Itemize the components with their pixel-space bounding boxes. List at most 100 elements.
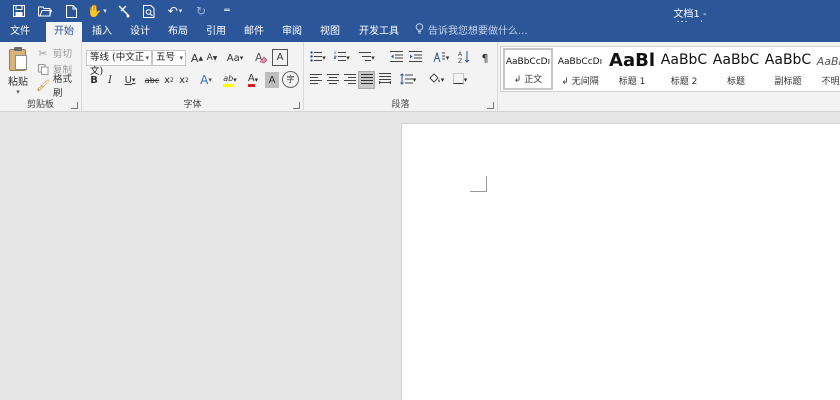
grow-arrow-icon: ▲: [198, 54, 204, 62]
document-canvas: [0, 113, 840, 400]
superscript-two: 2: [185, 76, 189, 84]
format-painter-label: 格式刷: [52, 74, 72, 99]
styles-gallery: AaBbCcDı ↲ 正文 AaBbCcDı ↲ 无间隔 AaBl 标题 1 A…: [500, 46, 840, 92]
tab-review[interactable]: 审阅: [274, 22, 310, 42]
character-shading-button[interactable]: A: [265, 72, 279, 88]
multilevel-list-button[interactable]: ▾: [356, 50, 378, 66]
clear-formatting-button[interactable]: A: [253, 50, 269, 66]
folder-open-icon[interactable]: [32, 0, 58, 22]
underline-button[interactable]: U ▾: [119, 72, 141, 88]
borders-button[interactable]: ▾: [449, 72, 471, 88]
character-border-glyph: A: [276, 52, 284, 63]
tab-design[interactable]: 设计: [122, 22, 158, 42]
style-sample: AaBbC: [764, 52, 812, 68]
shading-button[interactable]: ▾: [425, 72, 447, 88]
font-group-label: 字体: [183, 100, 202, 110]
grow-font-button[interactable]: A ▲: [190, 50, 204, 66]
justify-button[interactable]: [358, 71, 375, 89]
ribbon-home: 粘贴 ▾ ✂ 剪切 复制 🖌 格式刷 剪贴板 等线 (中文正文) ▾ 五号 ▾ A ▲ A…: [0, 42, 840, 112]
paste-button[interactable]: 粘贴 ▾: [4, 46, 32, 96]
style-item-heading-1[interactable]: AaBl 标题 1: [607, 48, 657, 90]
superscript-button[interactable]: x2: [177, 72, 191, 88]
style-item-no-spacing[interactable]: AaBbCcDı ↲ 无间隔: [555, 48, 605, 90]
pilcrow-icon: ¶: [481, 51, 489, 65]
undo-icon[interactable]: ↶ ▾: [162, 0, 188, 22]
character-border-button[interactable]: A: [272, 49, 288, 66]
document-page[interactable]: [401, 123, 840, 400]
distributed-button[interactable]: [377, 72, 393, 88]
underline-glyph: U: [124, 74, 132, 86]
tab-file[interactable]: 文件: [0, 22, 40, 42]
strikethrough-glyph: abc: [144, 75, 160, 85]
paragraph-launcher-icon[interactable]: [487, 102, 494, 109]
quick-access-toolbar: ✋ ▾ ↶ ▾ ↻ ═: [6, 0, 240, 22]
customize-qat-icon[interactable]: ═: [214, 0, 240, 22]
tab-references[interactable]: 引用: [198, 22, 234, 42]
chevron-down-icon: ▾: [440, 76, 445, 84]
line-spacing-button[interactable]: ▾: [397, 72, 419, 88]
align-right-button[interactable]: [342, 72, 358, 88]
line-spacing-icon: [399, 72, 413, 88]
paste-label: 粘贴: [8, 77, 28, 88]
bold-button[interactable]: B: [87, 72, 101, 88]
paste-dropdown-icon: ▾: [16, 88, 20, 96]
style-item-normal[interactable]: AaBbCcDı ↲ 正文: [503, 48, 553, 90]
font-color-button[interactable]: A ▾: [243, 72, 263, 88]
highlight-button[interactable]: ab ▾: [219, 72, 241, 88]
change-case-button[interactable]: Aa ▾: [223, 50, 247, 66]
decrease-indent-icon: [389, 51, 403, 65]
style-item-heading-2[interactable]: AaBbC 标题 2: [659, 48, 709, 90]
tell-me-search[interactable]: 告诉我您想要做什么...: [415, 22, 528, 42]
tab-home[interactable]: 开始: [46, 22, 82, 43]
touch-mode-icon[interactable]: ✋ ▾: [84, 0, 110, 22]
chevron-down-icon: ▾: [445, 54, 450, 62]
decrease-indent-button[interactable]: [388, 50, 404, 66]
character-shading-glyph: A: [268, 74, 276, 86]
tab-layout[interactable]: 布局: [160, 22, 196, 42]
strikethrough-button[interactable]: abc: [143, 72, 161, 88]
font-launcher-icon[interactable]: [293, 102, 300, 109]
svg-text:A: A: [458, 51, 463, 58]
tab-insert[interactable]: 插入: [84, 22, 120, 42]
font-size-select[interactable]: 五号 ▾: [152, 50, 186, 66]
style-name: ↲ 正文: [513, 75, 543, 85]
cut-button[interactable]: ✂ 剪切: [36, 45, 72, 61]
sort-button[interactable]: AZ: [456, 50, 472, 66]
format-painter-icon[interactable]: [110, 0, 136, 22]
italic-button[interactable]: I: [103, 72, 117, 88]
subscript-button[interactable]: x2: [162, 72, 176, 88]
text-effects-button[interactable]: A ▾: [195, 72, 217, 88]
style-item-subtitle[interactable]: AaBbC 副标题: [763, 48, 813, 90]
format-painter-button[interactable]: 🖌 格式刷: [36, 74, 81, 99]
align-left-button[interactable]: [308, 72, 324, 88]
show-formatting-button[interactable]: ¶: [478, 50, 492, 66]
numbering-button[interactable]: ▾: [332, 50, 352, 66]
new-document-icon[interactable]: [58, 0, 84, 22]
save-icon[interactable]: [6, 0, 32, 22]
enclose-characters-button[interactable]: 字: [282, 71, 299, 88]
style-sample: AaBbCcDı: [505, 57, 551, 67]
tab-view[interactable]: 视图: [312, 22, 348, 42]
tab-developer[interactable]: 开发工具: [352, 22, 406, 42]
style-item-subtle-emphasis[interactable]: AaBbC 不明显: [815, 48, 840, 90]
increase-indent-button[interactable]: [407, 50, 423, 66]
multilevel-list-icon: [359, 51, 372, 65]
justify-icon: [360, 73, 373, 87]
style-name: 标题: [726, 77, 745, 87]
style-item-title[interactable]: AaBbC 标题: [711, 48, 761, 90]
chevron-down-icon: ▾: [179, 54, 183, 62]
print-preview-icon[interactable]: [136, 0, 162, 22]
chinese-layout-button[interactable]: ▾: [430, 50, 452, 66]
highlight-glyph: ab: [223, 74, 234, 87]
bullets-button[interactable]: ▾: [308, 50, 328, 66]
align-center-button[interactable]: [325, 72, 341, 88]
borders-icon: [452, 73, 464, 87]
clipboard-launcher-icon[interactable]: [71, 102, 78, 109]
tab-mailings[interactable]: 邮件: [236, 22, 272, 42]
scissors-icon: ✂: [38, 46, 48, 60]
subscript-two: 2: [170, 76, 174, 84]
shrink-font-button[interactable]: A ▼: [205, 50, 219, 66]
font-family-select[interactable]: 等线 (中文正文) ▾: [86, 50, 152, 77]
chevron-down-icon: ▾: [233, 76, 237, 84]
redo-icon[interactable]: ↻: [188, 0, 214, 22]
